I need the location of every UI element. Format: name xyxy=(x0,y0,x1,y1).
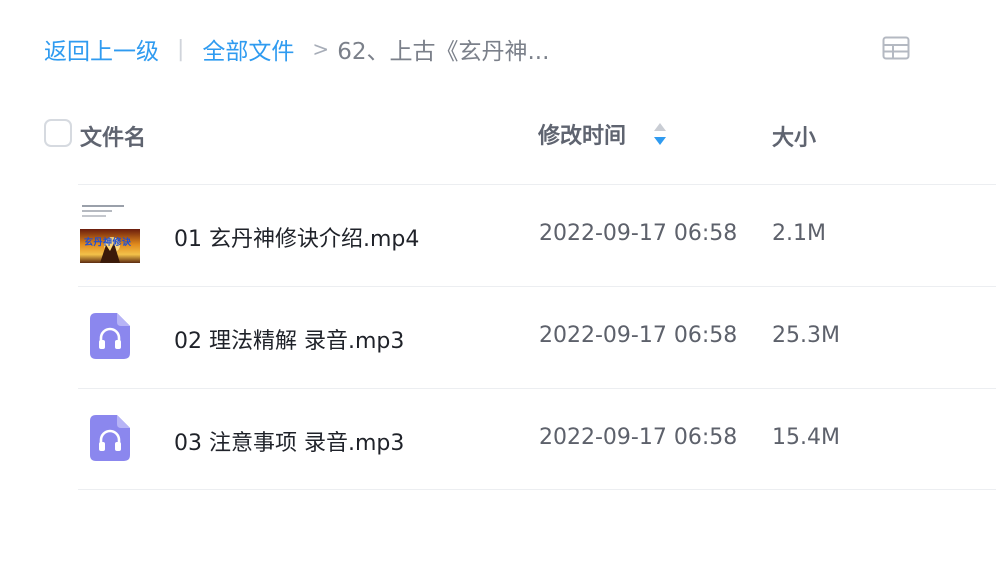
current-folder: 62、上古《玄丹神... xyxy=(337,39,550,65)
file-name[interactable]: 03 注意事项 录音.mp3 xyxy=(174,425,404,457)
file-size: 25.3M xyxy=(772,323,840,348)
back-link[interactable]: 返回上一级 xyxy=(44,32,159,66)
file-name[interactable]: 01 玄丹神修诀介绍.mp4 xyxy=(174,221,419,253)
column-header-time[interactable]: 修改时间 xyxy=(538,118,626,150)
headphones-icon xyxy=(90,313,130,359)
all-files-link[interactable]: 全部文件 xyxy=(202,32,294,66)
column-header-name[interactable]: 文件名 xyxy=(80,120,146,152)
grid-view-icon[interactable] xyxy=(882,36,910,60)
file-modified-time: 2022-09-17 06:58 xyxy=(539,323,738,348)
headphones-icon xyxy=(90,415,130,461)
thumbnail-caption: 玄丹神修诀 xyxy=(84,238,132,248)
select-all-checkbox[interactable] xyxy=(44,119,72,147)
video-thumbnail: 玄丹神修诀 xyxy=(80,201,140,265)
table-row[interactable]: 02 理法精解 录音.mp3 2022-09-17 06:58 25.3M xyxy=(78,286,996,388)
chevron-right-icon: > xyxy=(312,37,330,61)
file-modified-time: 2022-09-17 06:58 xyxy=(539,425,738,450)
table-row[interactable]: 03 注意事项 录音.mp3 2022-09-17 06:58 15.4M xyxy=(78,388,996,490)
breadcrumb: 返回上一级 | 全部文件 > 62、上古《玄丹神... xyxy=(44,32,549,66)
file-modified-time: 2022-09-17 06:58 xyxy=(539,221,738,246)
table-row[interactable]: 玄丹神修诀 01 玄丹神修诀介绍.mp4 2022-09-17 06:58 2.… xyxy=(78,184,996,286)
breadcrumb-divider: | xyxy=(177,36,185,62)
column-header-size[interactable]: 大小 xyxy=(772,120,816,152)
sort-icon[interactable] xyxy=(652,121,668,147)
file-name[interactable]: 02 理法精解 录音.mp3 xyxy=(174,323,404,355)
file-browser: 返回上一级 | 全部文件 > 62、上古《玄丹神... 文件名 修改时间 大小 xyxy=(0,0,1006,585)
file-size: 15.4M xyxy=(772,425,840,450)
file-size: 2.1M xyxy=(772,221,826,246)
table-header: 文件名 修改时间 大小 xyxy=(0,110,1006,162)
